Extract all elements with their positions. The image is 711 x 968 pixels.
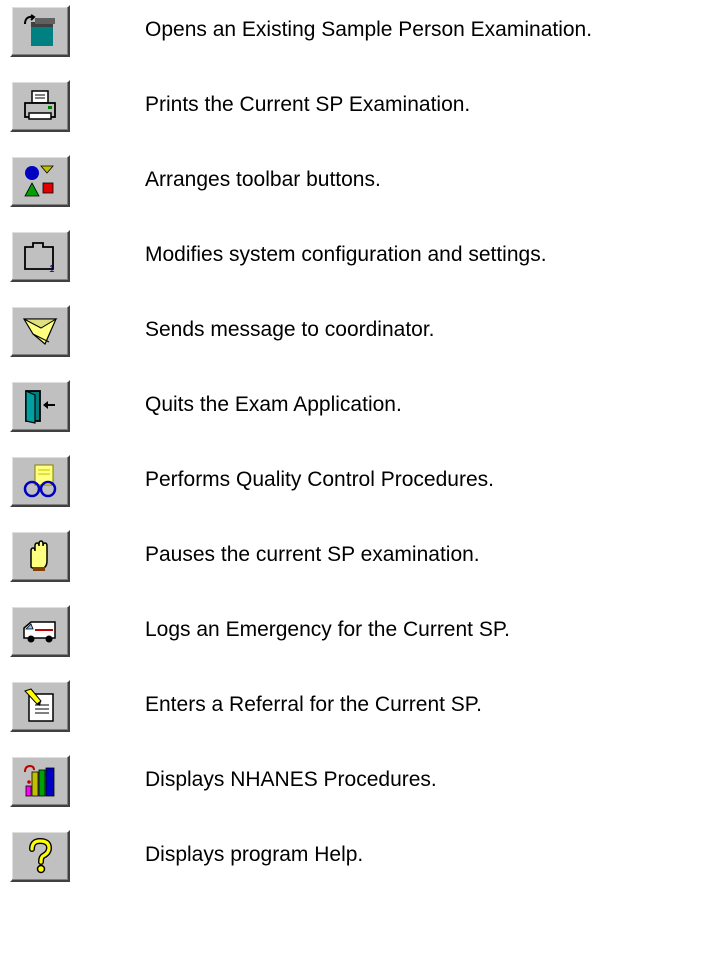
legend-row-quality: Performs Quality Control Procedures. xyxy=(0,455,711,515)
pause-description: Pauses the current SP examination. xyxy=(145,543,480,566)
quality-control-glasses-icon xyxy=(23,464,57,498)
legend-row-quit: Quits the Exam Application. xyxy=(0,380,711,440)
arrange-description: Arranges toolbar buttons. xyxy=(145,168,381,191)
referral-description: Enters a Referral for the Current SP. xyxy=(145,693,482,716)
help-question-icon xyxy=(29,837,53,874)
legend-row-config: 1 Modifies system configuration and sett… xyxy=(0,230,711,290)
svg-text:1: 1 xyxy=(49,264,55,275)
legend-row-pause: Pauses the current SP examination. xyxy=(0,530,711,590)
pause-button[interactable] xyxy=(10,530,70,582)
help-button[interactable] xyxy=(10,830,70,882)
ambulance-icon xyxy=(23,621,56,643)
config-description: Modifies system configuration and settin… xyxy=(145,243,547,266)
print-button[interactable] xyxy=(10,80,70,132)
message-description: Sends message to coordinator. xyxy=(145,318,435,341)
emergency-description: Logs an Emergency for the Current SP. xyxy=(145,618,510,641)
message-button[interactable] xyxy=(10,305,70,357)
arrange-button[interactable] xyxy=(10,155,70,207)
message-envelope-icon xyxy=(22,318,58,345)
open-exam-icon xyxy=(24,14,55,46)
legend-row-procedures: Displays NHANES Procedures. xyxy=(0,755,711,815)
legend-row-print: Prints the Current SP Examination. xyxy=(0,80,711,140)
legend-row-arrange: Arranges toolbar buttons. xyxy=(0,155,711,215)
emergency-button[interactable] xyxy=(10,605,70,657)
quit-button[interactable] xyxy=(10,380,70,432)
hand-stop-icon xyxy=(30,540,48,571)
legend-row-open: Opens an Existing Sample Person Examinat… xyxy=(0,5,711,65)
quit-description: Quits the Exam Application. xyxy=(145,393,402,416)
quality-control-button[interactable] xyxy=(10,455,70,507)
procedures-description: Displays NHANES Procedures. xyxy=(145,768,437,791)
arrange-shapes-icon xyxy=(24,165,54,197)
referral-button[interactable] xyxy=(10,680,70,732)
legend-row-emergency: Logs an Emergency for the Current SP. xyxy=(0,605,711,665)
open-exam-description: Opens an Existing Sample Person Examinat… xyxy=(145,18,593,41)
quality-control-description: Performs Quality Control Procedures. xyxy=(145,468,494,491)
legend-row-help: Displays program Help. xyxy=(0,830,711,890)
config-button[interactable]: 1 xyxy=(10,230,70,282)
procedures-button[interactable] xyxy=(10,755,70,807)
printer-icon xyxy=(24,90,56,120)
referral-note-icon xyxy=(24,688,54,722)
print-description: Prints the Current SP Examination. xyxy=(145,93,471,116)
legend-row-message: Sends message to coordinator. xyxy=(0,305,711,365)
folder-config-icon: 1 xyxy=(24,242,55,275)
open-exam-button[interactable] xyxy=(10,5,70,57)
legend-row-referral: Enters a Referral for the Current SP. xyxy=(0,680,711,740)
help-description: Displays program Help. xyxy=(145,843,364,866)
exit-door-icon xyxy=(25,390,55,424)
books-icon xyxy=(24,764,55,797)
